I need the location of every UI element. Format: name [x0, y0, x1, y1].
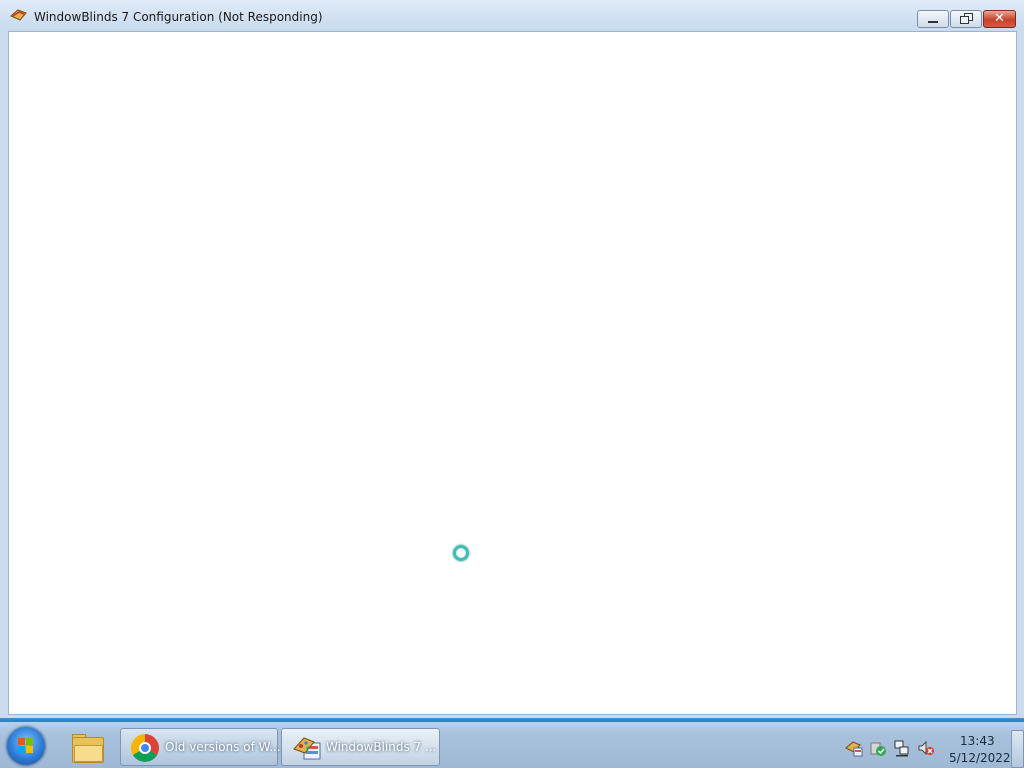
- network-icon[interactable]: [893, 739, 911, 757]
- taskbar-item-chrome[interactable]: Old versions of W...: [120, 728, 281, 766]
- chrome-icon: [131, 734, 159, 762]
- security-check-icon[interactable]: [869, 739, 887, 757]
- app-window: WindowBlinds 7 Configuration (Not Respon…: [0, 0, 1024, 722]
- taskbar-item-label: Old versions of W...: [165, 740, 281, 754]
- minimize-button[interactable]: [917, 10, 949, 28]
- taskbar-item-windowblinds[interactable]: WindowBlinds 7 ...: [281, 728, 440, 766]
- clock-time[interactable]: 13:43: [960, 734, 995, 748]
- file-explorer-pinned-button[interactable]: [68, 731, 106, 765]
- title-bar[interactable]: WindowBlinds 7 Configuration (Not Respon…: [0, 0, 1024, 30]
- windowblinds-app-icon[interactable]: [10, 8, 28, 22]
- taskbar-item-label: WindowBlinds 7 ...: [326, 740, 437, 754]
- windowblinds-icon: [293, 737, 321, 760]
- windowblinds-tray-icon[interactable]: [845, 739, 863, 757]
- show-desktop-button[interactable]: [1011, 730, 1024, 768]
- close-button[interactable]: ✕: [983, 10, 1016, 28]
- restore-icon-back: [960, 16, 969, 24]
- window-content-area: [8, 31, 1017, 715]
- busy-cursor-icon: [453, 545, 469, 561]
- restore-button[interactable]: [950, 10, 982, 28]
- folder-icon-front: [74, 745, 103, 762]
- start-button[interactable]: [7, 727, 45, 765]
- windows-logo-icon: [18, 738, 34, 754]
- close-icon: ✕: [994, 11, 1005, 26]
- window-title: WindowBlinds 7 Configuration (Not Respon…: [34, 10, 323, 24]
- volume-muted-icon[interactable]: [917, 739, 935, 757]
- clock-date[interactable]: 5/12/2022: [949, 751, 1011, 765]
